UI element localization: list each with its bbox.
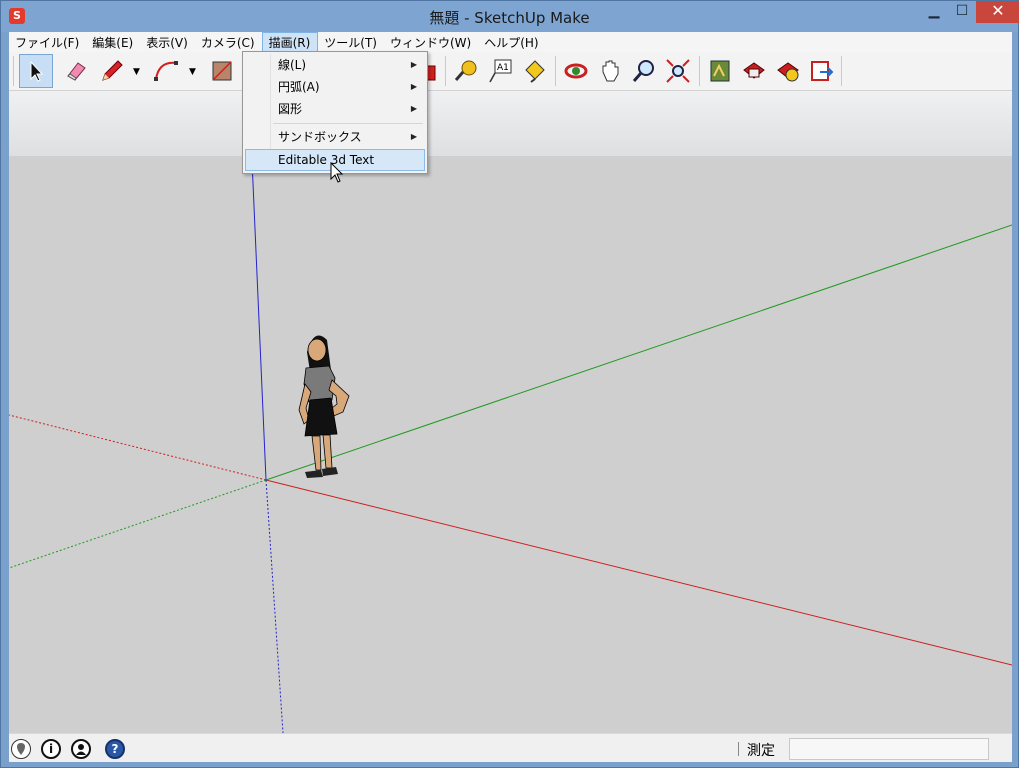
client-area: ファイル(F) 編集(E) 表示(V) カメラ(C) 描画(R) ツール(T) … bbox=[9, 32, 1012, 762]
orbit-tool-button[interactable] bbox=[559, 54, 593, 88]
submenu-arrow-icon: ▶ bbox=[410, 132, 417, 141]
green-axis-negative bbox=[9, 479, 267, 569]
user-silhouette-icon bbox=[76, 744, 86, 755]
blue-axis-negative bbox=[265, 479, 284, 733]
toolbar-separator bbox=[699, 56, 700, 86]
submenu-arrow-icon: ▶ bbox=[410, 104, 417, 113]
rectangle-icon bbox=[212, 61, 232, 81]
menu-item-shapes[interactable]: 図形 ▶ bbox=[245, 98, 425, 120]
zoom-icon bbox=[632, 60, 654, 82]
green-axis-positive bbox=[265, 224, 1012, 481]
menu-item-label: 線(L) bbox=[278, 58, 307, 72]
measurements-input[interactable] bbox=[789, 738, 989, 760]
mouse-cursor-icon bbox=[330, 162, 344, 183]
menu-draw[interactable]: 描画(R) bbox=[261, 32, 319, 52]
menu-tools[interactable]: ツール(T) bbox=[318, 32, 384, 52]
arc-tool-dropdown[interactable]: ▼ bbox=[189, 67, 199, 77]
zoom-extents-tool-button[interactable] bbox=[661, 54, 695, 88]
maximize-button[interactable]: ☐ bbox=[948, 1, 976, 23]
menu-item-label: 図形 bbox=[278, 102, 303, 116]
close-button[interactable]: ✕ bbox=[976, 1, 1019, 23]
paint-bucket-tool-button[interactable] bbox=[517, 54, 551, 88]
share-component-button[interactable] bbox=[771, 54, 805, 88]
menu-item-label: 円弧(A) bbox=[278, 80, 320, 94]
toolbar: ▼ ▼ A1 bbox=[9, 52, 1012, 91]
draw-menu-dropdown: 線(L) ▶ 円弧(A) ▶ 図形 ▶ サンドボックス ▶ Editable 3… bbox=[242, 51, 428, 174]
menu-separator bbox=[273, 123, 423, 124]
menu-file[interactable]: ファイル(F) bbox=[9, 32, 86, 52]
line-pencil-icon bbox=[102, 60, 123, 81]
axes-drawing bbox=[9, 92, 1012, 733]
geo-location-icon[interactable] bbox=[11, 739, 31, 759]
paint-bucket-icon bbox=[525, 60, 545, 83]
credits-icon[interactable]: i bbox=[41, 739, 61, 759]
minimize-button[interactable]: ▁ bbox=[920, 1, 948, 23]
rectangle-tool-button[interactable] bbox=[205, 54, 239, 88]
menu-item-sandbox[interactable]: サンドボックス ▶ bbox=[245, 126, 425, 148]
select-icon bbox=[30, 60, 44, 82]
toolbar-separator bbox=[445, 56, 446, 86]
pan-icon bbox=[602, 60, 619, 82]
menu-edit[interactable]: 編集(E) bbox=[86, 32, 140, 52]
menu-bar: ファイル(F) 編集(E) 表示(V) カメラ(C) 描画(R) ツール(T) … bbox=[9, 32, 1012, 52]
send-to-layout-button[interactable] bbox=[805, 54, 839, 88]
menu-camera[interactable]: カメラ(C) bbox=[195, 32, 262, 52]
extension-warehouse-icon bbox=[743, 62, 765, 79]
3d-warehouse-button[interactable] bbox=[703, 54, 737, 88]
menu-item-lines[interactable]: 線(L) ▶ bbox=[245, 54, 425, 76]
pan-tool-button[interactable] bbox=[593, 54, 627, 88]
select-tool-button[interactable] bbox=[19, 54, 53, 88]
measurements-label: 測定 bbox=[747, 743, 775, 759]
orbit-icon bbox=[564, 63, 588, 79]
menu-item-label: サンドボックス bbox=[278, 130, 362, 144]
status-bar: i ? 測定 bbox=[9, 733, 1012, 762]
zoom-extents-icon bbox=[666, 59, 690, 83]
eraser-tool-button[interactable] bbox=[59, 54, 93, 88]
extension-warehouse-button[interactable] bbox=[737, 54, 771, 88]
text-tool-button[interactable]: A1 bbox=[483, 54, 517, 88]
submenu-arrow-icon: ▶ bbox=[410, 82, 417, 91]
toolbar-grip[interactable] bbox=[13, 56, 14, 86]
red-axis-positive bbox=[265, 479, 1012, 666]
tape-measure-tool-button[interactable] bbox=[449, 54, 483, 88]
line-tool-button[interactable] bbox=[95, 54, 129, 88]
line-tool-dropdown[interactable]: ▼ bbox=[133, 67, 143, 77]
arc-tool-button[interactable] bbox=[149, 54, 183, 88]
eraser-icon bbox=[67, 62, 86, 81]
arc-icon bbox=[154, 61, 178, 81]
geo-pin-icon bbox=[17, 743, 25, 755]
toolbar-end bbox=[841, 56, 842, 86]
menu-window[interactable]: ウィンドウ(W) bbox=[384, 32, 478, 52]
tape-measure-icon bbox=[454, 60, 477, 81]
title-bar[interactable]: S 無題 - SketchUp Make ▁ ☐ ✕ bbox=[1, 1, 1019, 32]
zoom-tool-button[interactable] bbox=[627, 54, 661, 88]
3d-warehouse-icon bbox=[710, 60, 730, 82]
menu-item-label: Editable 3d Text bbox=[278, 153, 375, 167]
menu-view[interactable]: 表示(V) bbox=[140, 32, 195, 52]
scale-figure[interactable] bbox=[298, 335, 350, 478]
submenu-arrow-icon: ▶ bbox=[410, 60, 417, 69]
menu-help[interactable]: ヘルプ(H) bbox=[478, 32, 545, 52]
3d-viewport[interactable] bbox=[9, 92, 1012, 733]
window-title: 無題 - SketchUp Make bbox=[429, 9, 590, 27]
help-icon[interactable]: ? bbox=[105, 739, 125, 759]
share-component-icon bbox=[777, 62, 799, 82]
layout-send-icon bbox=[811, 61, 834, 81]
text-icon: A1 bbox=[489, 59, 512, 83]
toolbar-separator bbox=[555, 56, 556, 86]
menu-item-arcs[interactable]: 円弧(A) ▶ bbox=[245, 76, 425, 98]
svg-text:A1: A1 bbox=[497, 63, 509, 73]
status-separator bbox=[738, 742, 739, 756]
red-axis-negative bbox=[9, 414, 267, 481]
user-account-icon[interactable] bbox=[71, 739, 91, 759]
app-window: S 無題 - SketchUp Make ▁ ☐ ✕ ファイル(F) 編集(E)… bbox=[0, 0, 1019, 768]
